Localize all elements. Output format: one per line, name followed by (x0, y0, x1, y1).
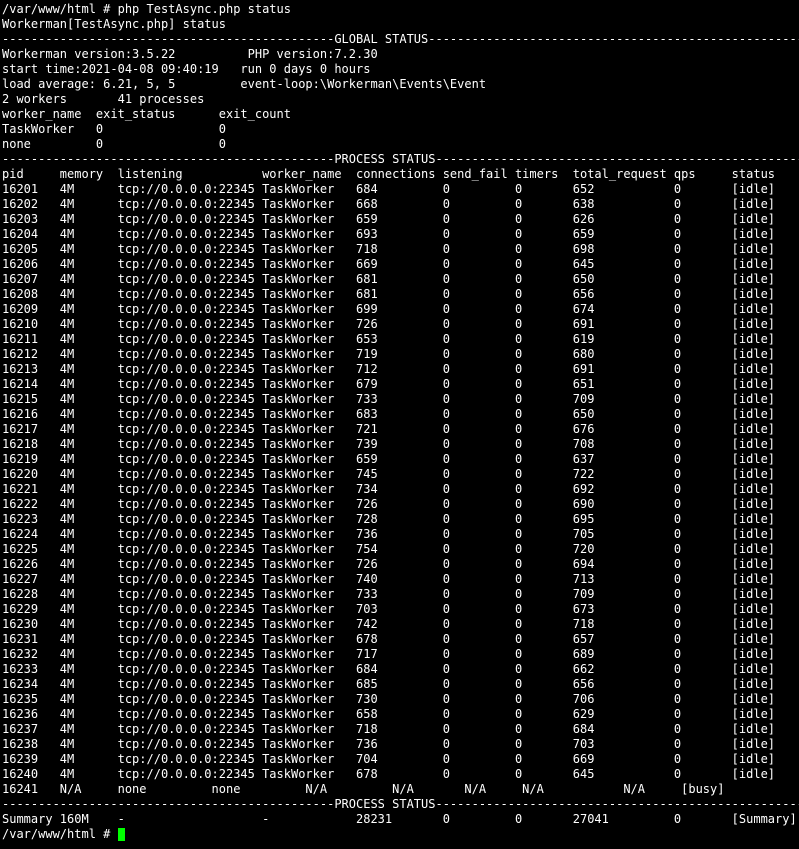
terminal-output: /var/www/html # php TestAsync.php status… (2, 2, 799, 827)
terminal-line: 16209 4M tcp://0.0.0.0:22345 TaskWorker … (2, 302, 776, 316)
terminal-line: TaskWorker 0 0 (2, 122, 226, 136)
terminal-line: 16213 4M tcp://0.0.0.0:22345 TaskWorker … (2, 362, 776, 376)
terminal-line: Workerman version:3.5.22 PHP version:7.2… (2, 47, 378, 61)
terminal-line: 16231 4M tcp://0.0.0.0:22345 TaskWorker … (2, 632, 776, 646)
terminal-line: Summary 160M - - 28231 0 0 27041 0 [Summ… (2, 812, 797, 826)
terminal-line: /var/www/html # php TestAsync.php status (2, 2, 291, 16)
terminal-line: 16235 4M tcp://0.0.0.0:22345 TaskWorker … (2, 692, 776, 706)
terminal-line: 16220 4M tcp://0.0.0.0:22345 TaskWorker … (2, 467, 776, 481)
terminal-line: 16241 N/A none none N/A N/A N/A N/A N/A … (2, 782, 725, 796)
terminal-line: worker_name exit_status exit_count (2, 107, 291, 121)
terminal-line: 16211 4M tcp://0.0.0.0:22345 TaskWorker … (2, 332, 776, 346)
terminal-line: ----------------------------------------… (2, 797, 799, 811)
terminal-line: ----------------------------------------… (2, 152, 799, 166)
terminal-line: 2 workers 41 processes (2, 92, 205, 106)
terminal-line: 16204 4M tcp://0.0.0.0:22345 TaskWorker … (2, 227, 776, 241)
terminal-line: 16222 4M tcp://0.0.0.0:22345 TaskWorker … (2, 497, 776, 511)
terminal-window[interactable]: /var/www/html # php TestAsync.php status… (0, 0, 799, 849)
terminal-line: 16232 4M tcp://0.0.0.0:22345 TaskWorker … (2, 647, 776, 661)
terminal-line: 16233 4M tcp://0.0.0.0:22345 TaskWorker … (2, 662, 776, 676)
terminal-line: 16208 4M tcp://0.0.0.0:22345 TaskWorker … (2, 287, 776, 301)
terminal-line: 16201 4M tcp://0.0.0.0:22345 TaskWorker … (2, 182, 776, 196)
terminal-line: 16205 4M tcp://0.0.0.0:22345 TaskWorker … (2, 242, 776, 256)
terminal-line: 16230 4M tcp://0.0.0.0:22345 TaskWorker … (2, 617, 776, 631)
terminal-line: 16240 4M tcp://0.0.0.0:22345 TaskWorker … (2, 767, 776, 781)
terminal-line: 16239 4M tcp://0.0.0.0:22345 TaskWorker … (2, 752, 776, 766)
terminal-line: 16203 4M tcp://0.0.0.0:22345 TaskWorker … (2, 212, 776, 226)
terminal-line: 16212 4M tcp://0.0.0.0:22345 TaskWorker … (2, 347, 776, 361)
terminal-line: 16226 4M tcp://0.0.0.0:22345 TaskWorker … (2, 557, 776, 571)
terminal-line: load average: 6.21, 5, 5 event-loop:\Wor… (2, 77, 487, 91)
terminal-line: 16214 4M tcp://0.0.0.0:22345 TaskWorker … (2, 377, 776, 391)
terminal-line: 16229 4M tcp://0.0.0.0:22345 TaskWorker … (2, 602, 776, 616)
terminal-line: 16207 4M tcp://0.0.0.0:22345 TaskWorker … (2, 272, 776, 286)
terminal-line: start time:2021-04-08 09:40:19 run 0 day… (2, 62, 371, 76)
terminal-line: 16237 4M tcp://0.0.0.0:22345 TaskWorker … (2, 722, 776, 736)
terminal-line: 16238 4M tcp://0.0.0.0:22345 TaskWorker … (2, 737, 776, 751)
terminal-line: 16234 4M tcp://0.0.0.0:22345 TaskWorker … (2, 677, 776, 691)
terminal-line: 16202 4M tcp://0.0.0.0:22345 TaskWorker … (2, 197, 776, 211)
terminal-line: 16227 4M tcp://0.0.0.0:22345 TaskWorker … (2, 572, 776, 586)
text-cursor (117, 828, 125, 841)
terminal-line: 16217 4M tcp://0.0.0.0:22345 TaskWorker … (2, 422, 776, 436)
prompt-line[interactable]: /var/www/html # (2, 827, 799, 842)
terminal-line: 16236 4M tcp://0.0.0.0:22345 TaskWorker … (2, 707, 776, 721)
terminal-line: Workerman[TestAsync.php] status (2, 17, 226, 31)
terminal-line: 16225 4M tcp://0.0.0.0:22345 TaskWorker … (2, 542, 776, 556)
terminal-line: 16210 4M tcp://0.0.0.0:22345 TaskWorker … (2, 317, 776, 331)
terminal-line: 16228 4M tcp://0.0.0.0:22345 TaskWorker … (2, 587, 776, 601)
shell-prompt: /var/www/html # (2, 827, 118, 841)
terminal-line: 16219 4M tcp://0.0.0.0:22345 TaskWorker … (2, 452, 776, 466)
terminal-line: none 0 0 (2, 137, 226, 151)
terminal-line: 16206 4M tcp://0.0.0.0:22345 TaskWorker … (2, 257, 776, 271)
terminal-line: 16218 4M tcp://0.0.0.0:22345 TaskWorker … (2, 437, 776, 451)
terminal-line: 16224 4M tcp://0.0.0.0:22345 TaskWorker … (2, 527, 776, 541)
terminal-line: 16221 4M tcp://0.0.0.0:22345 TaskWorker … (2, 482, 776, 496)
terminal-line: 16216 4M tcp://0.0.0.0:22345 TaskWorker … (2, 407, 776, 421)
terminal-line: ----------------------------------------… (2, 32, 799, 46)
terminal-line: pid memory listening worker_name connect… (2, 167, 776, 181)
terminal-line: 16223 4M tcp://0.0.0.0:22345 TaskWorker … (2, 512, 776, 526)
terminal-line: 16215 4M tcp://0.0.0.0:22345 TaskWorker … (2, 392, 776, 406)
